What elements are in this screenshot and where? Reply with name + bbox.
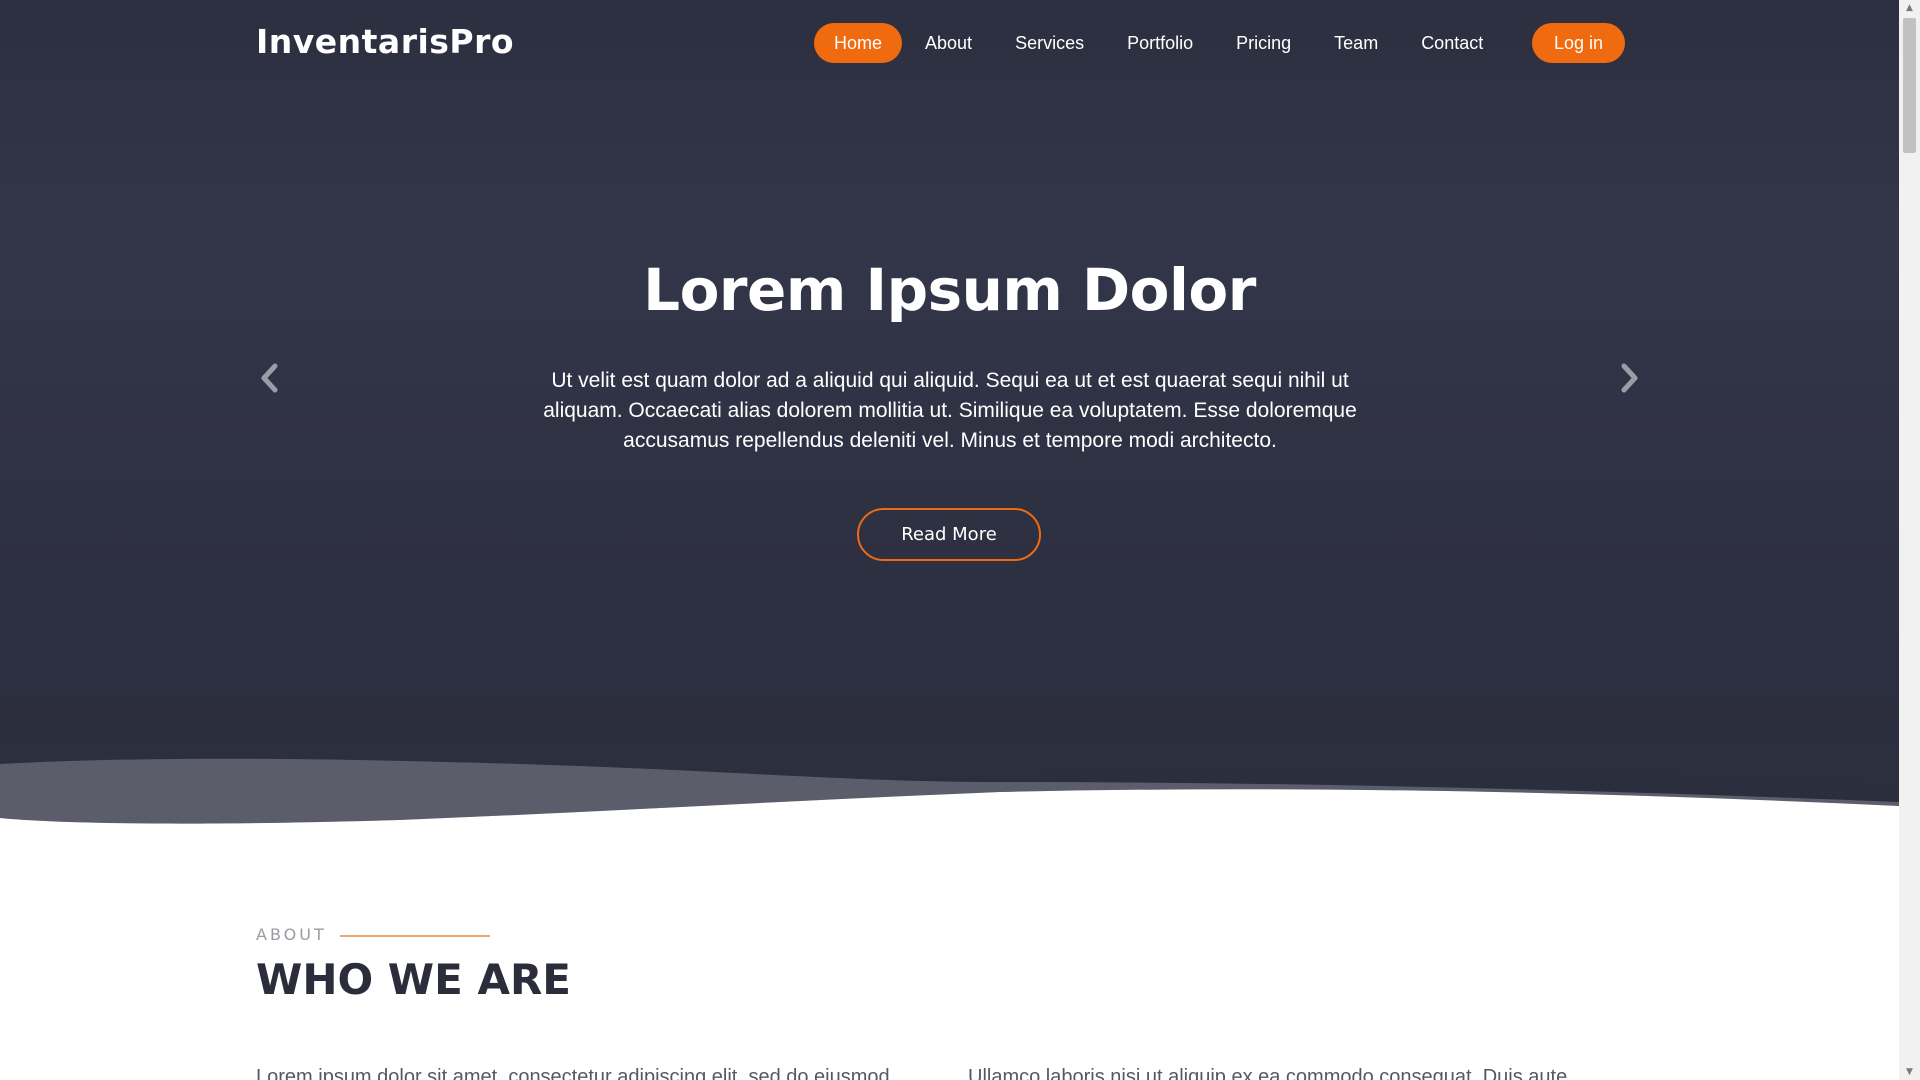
main-nav: Home About Services Portfolio Pricing Te…: [814, 23, 1506, 63]
hero-description: Ut velit est quam dolor ad a aliquid qui…: [543, 369, 1357, 452]
about-text-column-1: Lorem ipsum dolor sit amet, consectetur …: [256, 1066, 890, 1080]
about-text-column-2: Ullamco laboris nisi ut aliquip ex ea co…: [968, 1066, 1568, 1080]
nav-item-services[interactable]: Services: [995, 23, 1104, 63]
brand-logo[interactable]: InventarisPro: [256, 22, 514, 61]
about-heading: WHO WE ARE: [256, 955, 571, 1004]
carousel-prev-button[interactable]: [251, 358, 291, 398]
scrollbar-thumb[interactable]: [1903, 18, 1916, 153]
page-scrollbar[interactable]: ▲ ▼: [1899, 0, 1920, 1080]
hero-title: Lorem Ipsum Dolor: [643, 256, 1256, 324]
page: InventarisPro Home About Services Portfo…: [0, 0, 1899, 1080]
login-button[interactable]: Log in: [1532, 23, 1625, 63]
nav-item-pricing[interactable]: Pricing: [1216, 23, 1311, 63]
hero-wave-divider: [0, 740, 1899, 860]
carousel-next-button[interactable]: [1608, 358, 1648, 398]
about-section-label: ABOUT: [256, 925, 327, 944]
scroll-down-arrow-icon[interactable]: ▼: [1899, 1064, 1920, 1080]
nav-item-portfolio[interactable]: Portfolio: [1107, 23, 1213, 63]
nav-item-contact[interactable]: Contact: [1401, 23, 1503, 63]
hero-section: InventarisPro Home About Services Portfo…: [0, 0, 1899, 840]
scroll-up-arrow-icon[interactable]: ▲: [1899, 0, 1920, 16]
nav-item-about[interactable]: About: [905, 23, 992, 63]
chevron-left-icon: [261, 363, 278, 393]
about-label-divider: [340, 935, 490, 937]
nav-item-team[interactable]: Team: [1314, 23, 1398, 63]
nav-item-home[interactable]: Home: [814, 23, 903, 63]
chevron-right-icon: [1621, 363, 1638, 393]
read-more-button[interactable]: Read More: [857, 508, 1041, 561]
